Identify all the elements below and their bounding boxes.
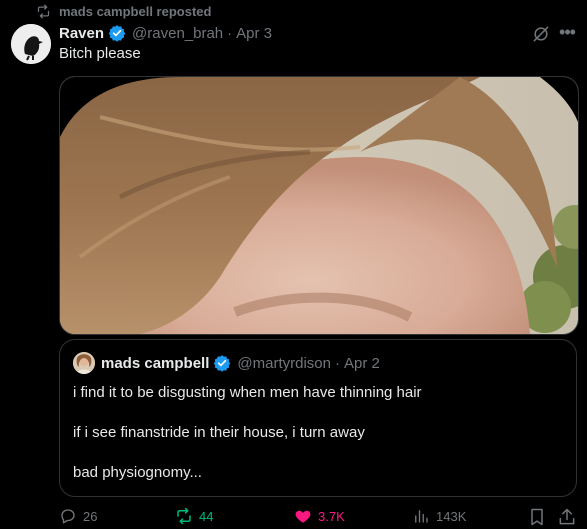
- quoted-post-date: Apr 2: [343, 354, 380, 372]
- repost-text: mads campbell reposted: [59, 3, 212, 19]
- author-name[interactable]: Raven: [59, 25, 104, 42]
- verified-badge-icon: [108, 25, 126, 42]
- views-button[interactable]: 143K: [412, 507, 466, 525]
- post-media-image[interactable]: [59, 76, 579, 335]
- quoted-text-line-1: i find it to be disgusting when men have…: [73, 384, 422, 401]
- quoted-author-handle: @martyrdison: [237, 354, 331, 372]
- like-count: 3.7K: [318, 508, 345, 524]
- repost-icon: [37, 4, 50, 18]
- quoted-post-header: mads campbell @martyrdison · Apr 2: [73, 352, 380, 374]
- heart-icon: [295, 510, 311, 523]
- quoted-post-card[interactable]: mads campbell @martyrdison · Apr 2 i fin…: [59, 339, 577, 497]
- repost-icon: [177, 507, 191, 525]
- post-text: Bitch please: [59, 45, 141, 62]
- photo-close-up-hair: [60, 77, 578, 334]
- post-header: Raven @raven_brah · Apr 3: [59, 23, 272, 43]
- bookmark-icon[interactable]: [527, 507, 547, 527]
- quoted-author-name: mads campbell: [101, 354, 210, 372]
- quoted-author-avatar: [73, 352, 95, 374]
- quoted-text-line-3: bad physiognomy...: [73, 464, 202, 481]
- quoted-header-separator: ·: [334, 354, 340, 372]
- repost-count: 44: [199, 508, 214, 524]
- reply-button[interactable]: 26: [59, 507, 97, 525]
- views-count: 143K: [436, 508, 467, 524]
- grok-icon[interactable]: [531, 24, 551, 44]
- repost-indicator[interactable]: mads campbell reposted: [36, 2, 211, 20]
- like-button[interactable]: 3.7K: [294, 507, 345, 525]
- quoted-text-line-2: if i see finanstride in their house, i t…: [73, 424, 365, 441]
- author-handle[interactable]: @raven_brah: [132, 25, 223, 42]
- raven-avatar-image: [11, 24, 51, 64]
- share-icon[interactable]: [557, 507, 577, 527]
- repost-button[interactable]: 44: [175, 507, 213, 525]
- author-avatar[interactable]: [11, 24, 51, 64]
- more-options-icon[interactable]: •••: [557, 23, 577, 44]
- post-date[interactable]: Apr 3: [236, 25, 272, 42]
- views-icon: [415, 510, 428, 523]
- header-separator: ·: [227, 24, 233, 42]
- reply-icon: [61, 509, 75, 524]
- verified-badge-icon: [214, 355, 231, 372]
- action-bar: 26 44 3.7K 143K: [59, 507, 579, 529]
- reply-count: 26: [83, 508, 98, 524]
